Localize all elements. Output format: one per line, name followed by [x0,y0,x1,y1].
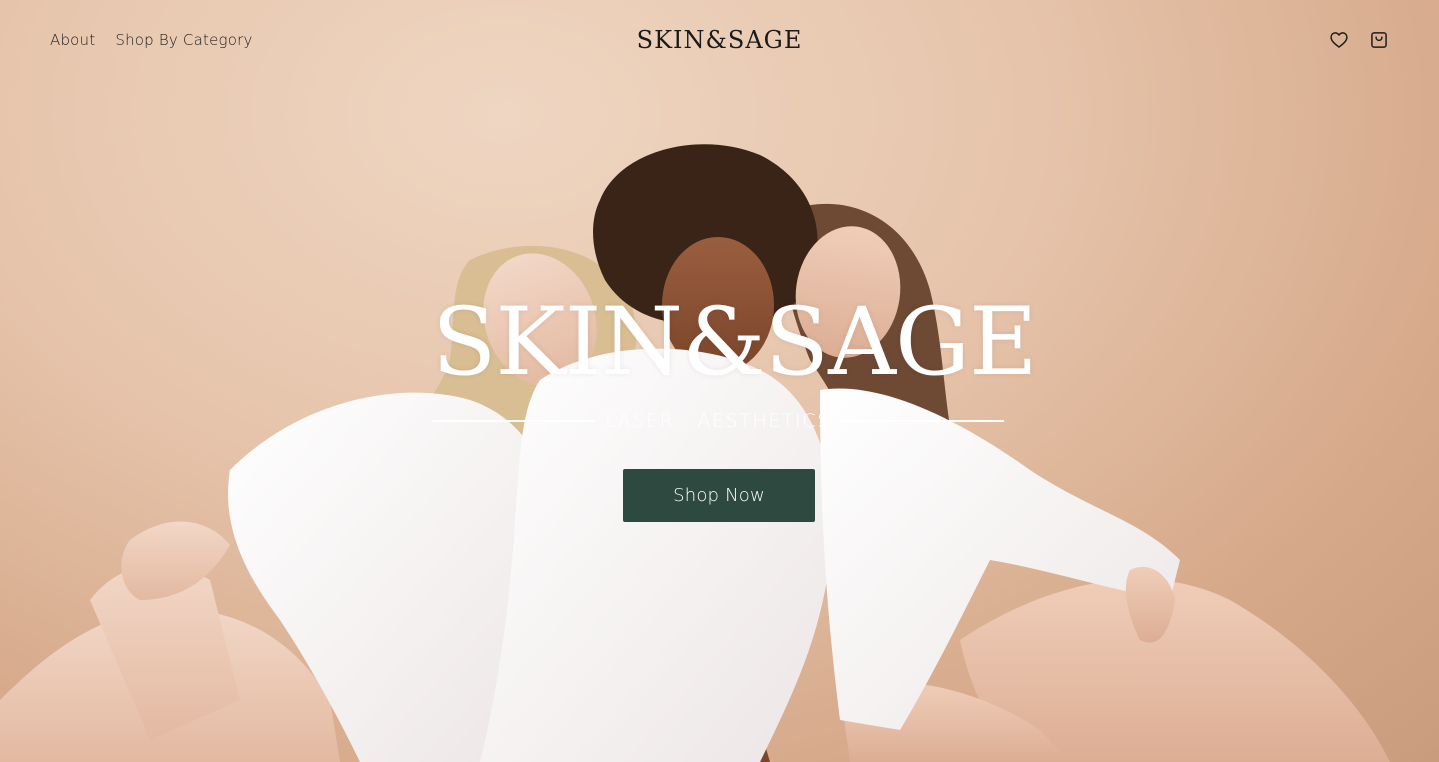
hero-brand-title: SKIN&SAGE [432,288,1038,397]
header-icons [1329,30,1389,50]
hero-tagline: LASER . AESTHETICS [605,410,831,432]
tagline-rule-right [840,420,1005,422]
hero-section: About Shop By Category SKIN&SAGE SKIN&SA… [0,0,1439,762]
heart-icon[interactable] [1329,30,1349,50]
main-nav: About Shop By Category [50,31,253,49]
hero-tagline-row: LASER . AESTHETICS [432,410,1005,432]
tagline-rule-left [432,420,596,422]
header-logo[interactable]: SKIN&SAGE [637,26,803,54]
nav-link-shop-by-category[interactable]: Shop By Category [115,31,252,49]
nav-link-about[interactable]: About [50,31,95,49]
hero-brand-block: SKIN&SAGE LASER . AESTHETICS [432,288,1038,432]
shop-now-button[interactable]: Shop Now [623,469,815,522]
site-header: About Shop By Category SKIN&SAGE [0,0,1439,80]
shopping-bag-icon[interactable] [1369,30,1389,50]
